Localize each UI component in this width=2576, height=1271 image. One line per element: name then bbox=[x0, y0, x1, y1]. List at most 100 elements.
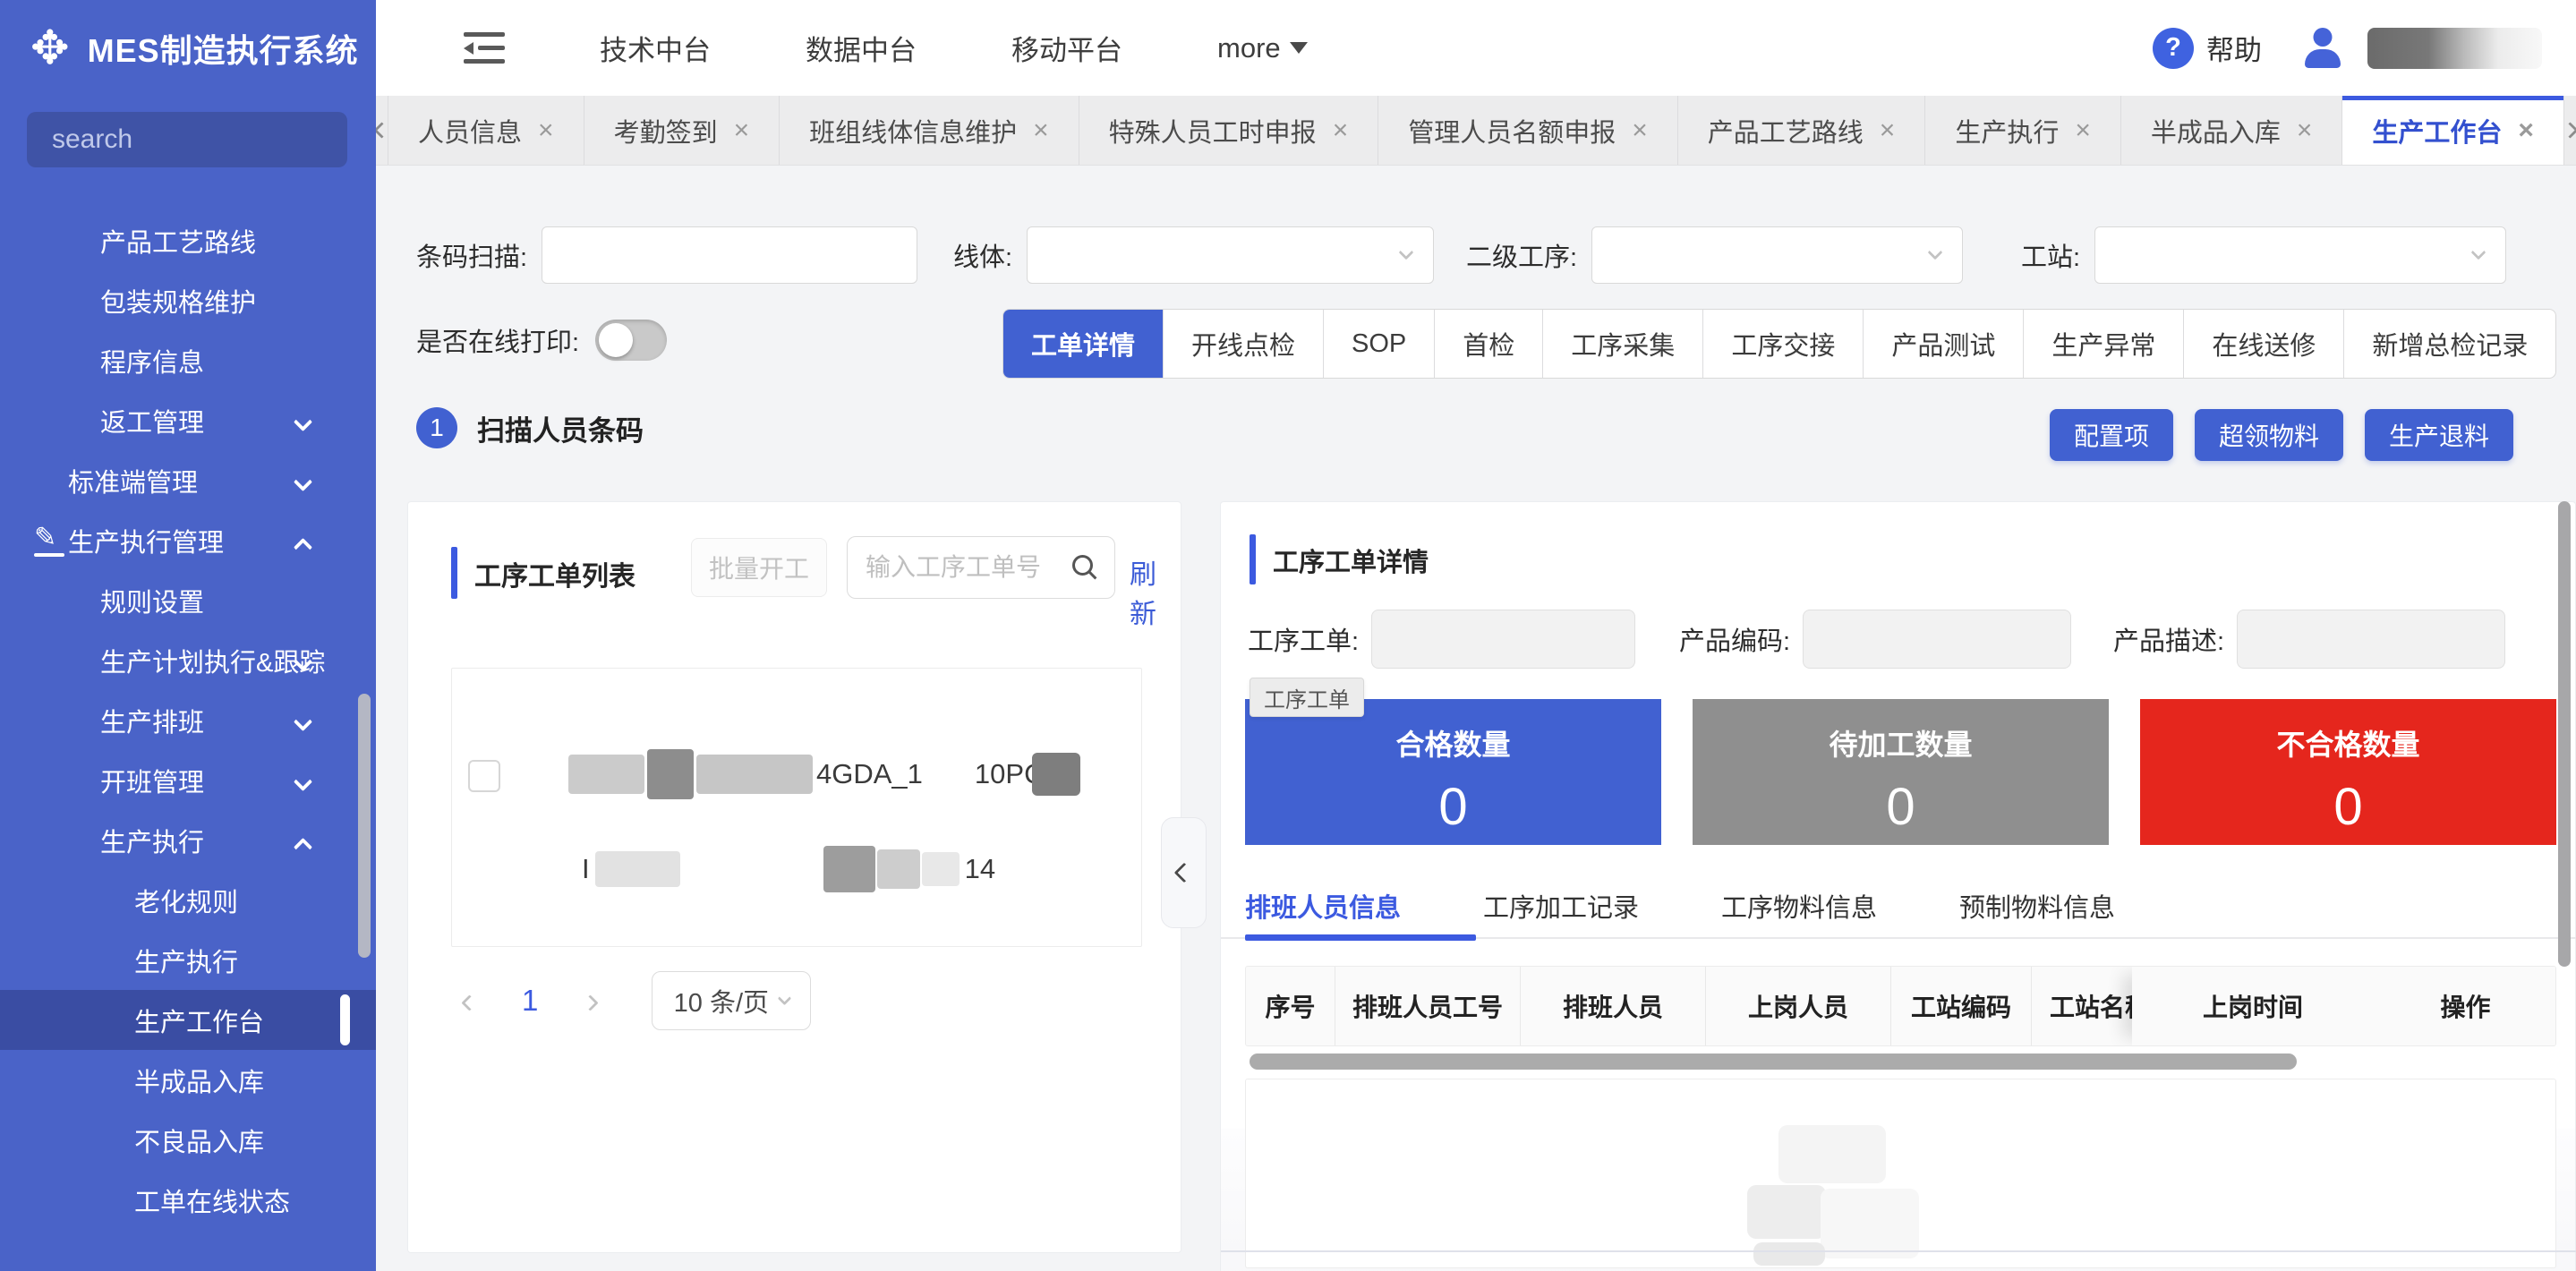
sidebar-item-production-workbench[interactable]: 生产工作台 bbox=[0, 990, 376, 1050]
top-nav: 技术中台 数据中台 移动平台 more bbox=[600, 28, 1308, 68]
sidebar-item-production-scheduling[interactable]: 生产排班 bbox=[0, 690, 376, 750]
sidebar-item-shift-mgmt[interactable]: 开班管理 bbox=[0, 750, 376, 810]
nav-data-platform[interactable]: 数据中台 bbox=[806, 28, 917, 68]
col-personnel: 排班人员 bbox=[1521, 967, 1706, 1045]
nav-mobile-platform[interactable]: 移动平台 bbox=[1011, 28, 1122, 68]
username-redacted[interactable] bbox=[2367, 28, 2542, 69]
sidebar-item-aging-rules[interactable]: 老化规则 bbox=[0, 870, 376, 930]
production-return-button[interactable]: 生产退料 bbox=[2365, 409, 2513, 461]
seg-new-inspection-record[interactable]: 新增总检记录 bbox=[2344, 310, 2555, 378]
seg-line-check[interactable]: 开线点检 bbox=[1164, 310, 1324, 378]
sidebar-item-standard-terminal-mgmt[interactable]: 标准端管理 bbox=[0, 450, 376, 510]
serial-prefix: I bbox=[582, 853, 590, 885]
sidebar-search[interactable] bbox=[27, 112, 347, 167]
sidebar-item-workorder-online-status[interactable]: 工单在线状态 bbox=[0, 1170, 376, 1230]
sidebar-item-production-exec[interactable]: 生产执行 bbox=[0, 810, 376, 870]
menu-fold-icon[interactable] bbox=[464, 32, 505, 64]
workorder-search[interactable] bbox=[847, 536, 1115, 599]
close-icon[interactable]: × bbox=[1033, 117, 1049, 144]
workorder-search-input[interactable] bbox=[864, 552, 1071, 583]
sidebar-item-rule-settings[interactable]: 规则设置 bbox=[0, 570, 376, 630]
bottom-divider bbox=[1221, 1250, 2576, 1252]
close-icon[interactable]: × bbox=[2297, 117, 2313, 144]
tab-premade-materials[interactable]: 预制物料信息 bbox=[1959, 887, 2115, 925]
page-number[interactable]: 1 bbox=[522, 984, 538, 1018]
config-items-button[interactable]: 配置项 bbox=[2050, 409, 2173, 461]
panel-collapse-handle[interactable] bbox=[1161, 817, 1207, 928]
tabs-scroll-left[interactable] bbox=[376, 96, 388, 165]
workorder-line1[interactable]: 4GDA_1 10PCS bbox=[568, 747, 1080, 801]
workorder-detail-title: 工序工单详情 bbox=[1273, 542, 1429, 579]
tab-process-records[interactable]: 工序加工记录 bbox=[1483, 887, 1639, 925]
sidebar-item-rework-mgmt[interactable]: 返工管理 bbox=[0, 390, 376, 450]
col-on-duty: 上岗人员 bbox=[1706, 967, 1891, 1045]
sidebar-scrollbar[interactable] bbox=[358, 694, 371, 958]
online-print-toggle[interactable] bbox=[595, 320, 667, 361]
chevron-down-icon bbox=[294, 473, 312, 491]
tab-production-workbench[interactable]: 生产工作台× bbox=[2342, 96, 2564, 165]
sidebar-item-defective-inbound[interactable]: 不良品入库 bbox=[0, 1110, 376, 1170]
sidebar-item-product-route[interactable]: 产品工艺路线 bbox=[0, 210, 376, 270]
tab-shift-personnel[interactable]: 排班人员信息 bbox=[1245, 887, 1401, 925]
seg-process-collect[interactable]: 工序采集 bbox=[1543, 310, 1703, 378]
page-prev-button[interactable] bbox=[464, 985, 475, 1016]
close-icon[interactable]: × bbox=[538, 117, 554, 144]
seg-product-test[interactable]: 产品测试 bbox=[1864, 310, 2024, 378]
redacted-block bbox=[696, 755, 813, 794]
sidebar-search-input[interactable] bbox=[50, 124, 324, 156]
page-next-button[interactable] bbox=[584, 985, 596, 1016]
nav-more[interactable]: more bbox=[1217, 32, 1308, 64]
close-icon[interactable]: × bbox=[2518, 117, 2534, 144]
tab-special-worktime[interactable]: 特殊人员工时申报× bbox=[1079, 96, 1379, 165]
col-onduty-time: 上岗时间 bbox=[2132, 967, 2374, 1045]
extra-material-button[interactable]: 超领物料 bbox=[2195, 409, 2343, 461]
search-icon[interactable] bbox=[1071, 554, 1098, 581]
sidebar-item-production-exec-child[interactable]: 生产执行 bbox=[0, 930, 376, 990]
filter-line: 线体: bbox=[953, 226, 1434, 284]
close-icon[interactable]: × bbox=[734, 117, 750, 144]
process-select[interactable] bbox=[1591, 226, 1963, 284]
tab-team-line-info[interactable]: 班组线体信息维护× bbox=[780, 96, 1079, 165]
sidebar-item-production-exec-mgmt[interactable]: ✎生产执行管理 bbox=[0, 510, 376, 570]
barcode-input[interactable] bbox=[542, 226, 917, 284]
user-icon[interactable] bbox=[2301, 27, 2344, 70]
app-logo: ✥ MES制造执行系统 bbox=[0, 0, 376, 96]
sidebar-item-packaging-spec[interactable]: 包装规格维护 bbox=[0, 270, 376, 330]
tab-production-exec[interactable]: 生产执行× bbox=[1925, 96, 2121, 165]
tab-personnel-info[interactable]: 人员信息× bbox=[388, 96, 584, 165]
sidebar-item-semi-product-inbound[interactable]: 半成品入库 bbox=[0, 1050, 376, 1110]
seg-production-abnormal[interactable]: 生产异常 bbox=[2024, 310, 2184, 378]
tabs-scroll-right[interactable] bbox=[2564, 96, 2576, 165]
sidebar-item-program-info[interactable]: 程序信息 bbox=[0, 330, 376, 390]
vertical-scrollbar[interactable] bbox=[2558, 501, 2571, 967]
nav-tech-platform[interactable]: 技术中台 bbox=[600, 28, 711, 68]
batch-start-button[interactable]: 批量开工 bbox=[691, 538, 827, 597]
workorder-line2[interactable]: I 14 bbox=[582, 844, 995, 894]
redacted-block bbox=[1821, 1189, 1919, 1258]
horizontal-scrollbar[interactable] bbox=[1250, 1053, 2297, 1070]
help-button[interactable]: ? 帮助 bbox=[2153, 28, 2262, 69]
close-icon[interactable]: × bbox=[1632, 117, 1648, 144]
chevron-right-icon bbox=[583, 994, 599, 1011]
close-icon[interactable]: × bbox=[2075, 117, 2091, 144]
seg-sop[interactable]: SOP bbox=[1324, 310, 1435, 378]
close-icon[interactable]: × bbox=[1333, 117, 1349, 144]
seg-workorder-detail[interactable]: 工单详情 bbox=[1003, 310, 1164, 378]
page-size-select[interactable]: 10 条/页 bbox=[652, 971, 811, 1030]
tab-product-route[interactable]: 产品工艺路线× bbox=[1678, 96, 1926, 165]
tab-process-materials[interactable]: 工序物料信息 bbox=[1721, 887, 1877, 925]
seg-process-handover[interactable]: 工序交接 bbox=[1703, 310, 1864, 378]
workorder-checkbox[interactable] bbox=[468, 760, 500, 792]
sidebar-item-plan-exec-tracking[interactable]: 生产计划执行&跟踪 bbox=[0, 630, 376, 690]
seg-first-inspection[interactable]: 首检 bbox=[1435, 310, 1543, 378]
seg-online-repair[interactable]: 在线送修 bbox=[2184, 310, 2344, 378]
station-select[interactable] bbox=[2094, 226, 2506, 284]
line-select[interactable] bbox=[1027, 226, 1434, 284]
close-icon[interactable]: × bbox=[1880, 117, 1896, 144]
tab-manager-quota[interactable]: 管理人员名额申报× bbox=[1378, 96, 1678, 165]
tab-attendance[interactable]: 考勤签到× bbox=[584, 96, 780, 165]
tab-semi-inbound[interactable]: 半成品入库× bbox=[2121, 96, 2343, 165]
workorder-value-field bbox=[1371, 610, 1635, 669]
section-accent-bar bbox=[451, 547, 457, 599]
refresh-link[interactable]: 刷新 bbox=[1130, 552, 1181, 631]
